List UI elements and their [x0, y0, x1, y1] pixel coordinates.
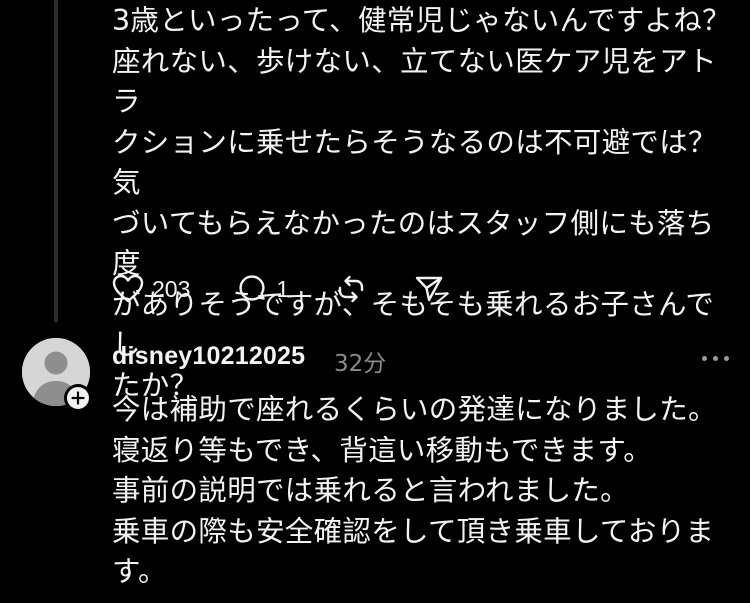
repost-button[interactable] — [335, 273, 367, 305]
timestamp: 32分 — [334, 351, 387, 377]
more-dot — [724, 356, 729, 361]
share-button[interactable] — [413, 273, 445, 305]
like-button[interactable]: 203 — [112, 274, 190, 304]
follow-button[interactable] — [64, 384, 92, 412]
heart-icon — [112, 274, 144, 304]
reply-count: 1 — [276, 275, 290, 302]
thread-line — [54, 0, 58, 322]
more-dot — [702, 356, 707, 361]
reply-button[interactable]: 1 — [236, 273, 289, 305]
parent-post-actions: 203 1 — [112, 272, 445, 306]
comment-icon — [236, 273, 268, 305]
reply-post-text: 今は補助で座れるくらいの発達になりました。 寝返り等もでき、背這い移動もできます… — [112, 393, 717, 588]
more-dot — [713, 356, 718, 361]
like-count: 203 — [152, 275, 191, 302]
repost-icon — [335, 273, 367, 305]
send-icon — [413, 273, 445, 305]
more-icon[interactable] — [702, 356, 729, 361]
username[interactable]: disney10212025 — [112, 342, 305, 371]
plus-icon — [71, 391, 85, 405]
